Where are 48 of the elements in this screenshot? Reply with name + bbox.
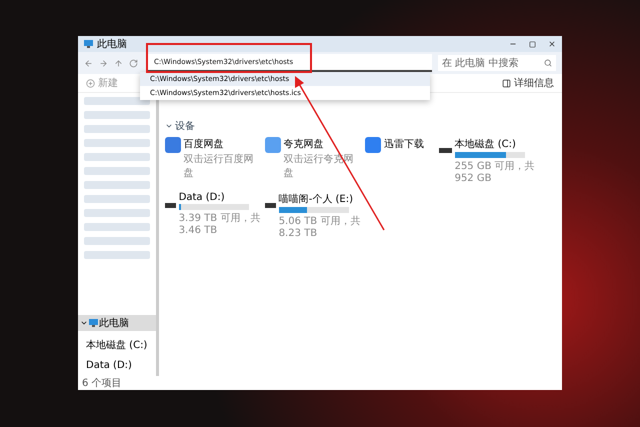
- blurred-item: [84, 195, 150, 203]
- app-item[interactable]: 迅雷下载: [365, 137, 435, 184]
- drive-icon: [265, 200, 276, 208]
- search-icon: [544, 59, 552, 67]
- blurred-item: [84, 153, 150, 161]
- app-item[interactable]: 夸克网盘 双击运行夸克网盘: [265, 137, 361, 184]
- status-text: 6 个项目: [81, 377, 123, 390]
- drive-item[interactable]: 本地磁盘 (C:) 255 GB 可用，共 952 GB: [439, 137, 549, 184]
- panel-icon: [502, 78, 511, 88]
- computer-icon: [84, 40, 93, 48]
- sidebar-item[interactable]: 本地磁盘 (C:): [78, 337, 156, 353]
- blurred-item: [84, 251, 150, 259]
- sidebar-item[interactable]: 此电脑: [78, 315, 156, 331]
- drive-icon: [439, 145, 452, 153]
- app-item[interactable]: 百度网盘 双击运行百度网盘: [165, 137, 261, 184]
- app-icon: [165, 137, 180, 153]
- blurred-item: [84, 181, 150, 189]
- back-icon[interactable]: [84, 58, 93, 68]
- chevron-icon: [165, 122, 173, 130]
- blurred-item: [84, 139, 150, 147]
- computer-icon: [89, 319, 98, 327]
- section-header[interactable]: 设备: [165, 119, 556, 133]
- blurred-item: [84, 209, 150, 217]
- blurred-item: [84, 125, 150, 133]
- usage-bar: [178, 204, 249, 210]
- app-icon: [265, 137, 280, 153]
- blurred-item: [84, 223, 150, 231]
- drive-item[interactable]: Data (D:) 3.39 TB 可用，共 3.46 TB: [165, 192, 261, 239]
- window-title: 此电脑: [97, 38, 127, 51]
- blurred-item: [84, 111, 150, 119]
- usage-bar: [278, 207, 349, 213]
- blurred-item: [84, 97, 150, 105]
- sidebar-item[interactable]: Data (D:): [78, 359, 156, 372]
- forward-icon[interactable]: [99, 58, 108, 68]
- plus-icon: [86, 78, 95, 88]
- usage-bar: [454, 152, 525, 158]
- up-icon[interactable]: [114, 58, 123, 68]
- drive-icon: [165, 200, 176, 208]
- blurred-item: [84, 237, 150, 245]
- drive-item[interactable]: 喵喵阁-个人 (E:) 5.06 TB 可用，共 8.23 TB: [265, 192, 361, 239]
- blurred-item: [84, 167, 150, 175]
- search-field[interactable]: 在 此电脑 中搜索: [438, 55, 556, 71]
- details-button[interactable]: 详细信息: [502, 76, 554, 90]
- chevron-icon[interactable]: [80, 319, 88, 327]
- refresh-icon[interactable]: [129, 58, 138, 68]
- app-icon: [365, 137, 381, 153]
- close-icon[interactable]: [548, 40, 556, 48]
- maximize-icon[interactable]: [529, 40, 536, 48]
